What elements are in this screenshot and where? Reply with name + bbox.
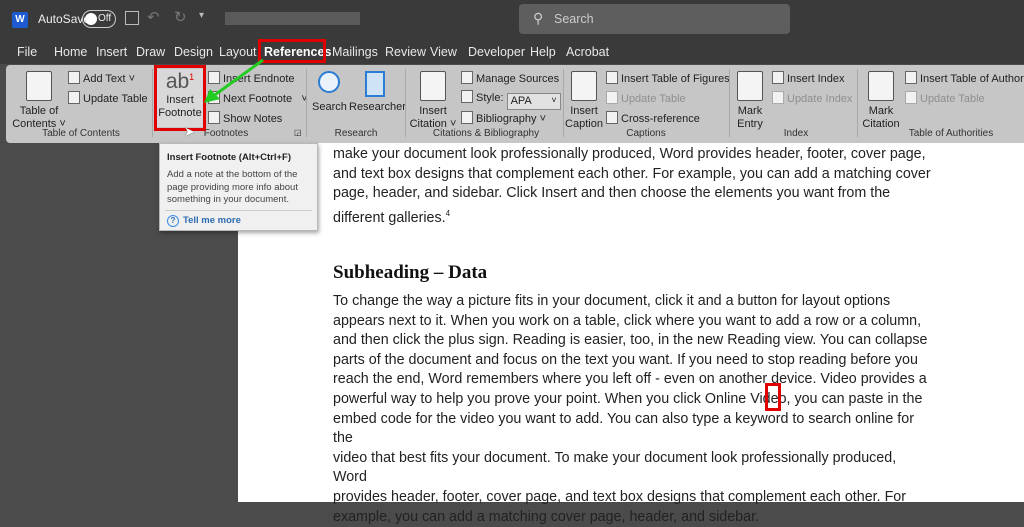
update-table-button[interactable]: Update Table [68, 91, 148, 105]
tab-draw[interactable]: Draw [136, 45, 165, 59]
search-box[interactable]: ⚲ Search [519, 4, 790, 34]
mark-entry-button[interactable]: Mark Entry [732, 71, 768, 131]
document-title-blurred [225, 12, 360, 25]
cross-reference-button[interactable]: Cross-reference [606, 111, 700, 125]
insert-table-of-authorities-button[interactable]: Insert Table of Authorities [905, 71, 1024, 85]
tooltip-title: Insert Footnote (Alt+Ctrl+F) [167, 152, 292, 163]
group-label-toc: Table of Contents [42, 128, 120, 139]
table-of-contents-icon [26, 71, 52, 101]
researcher-button[interactable]: Researcher [349, 71, 406, 114]
paragraph-1: make your document look professionally p… [333, 146, 931, 226]
search-button[interactable]: Search [312, 71, 347, 114]
autosave-toggle-label: Off [98, 13, 112, 24]
tab-acrobat[interactable]: Acrobat [566, 45, 609, 59]
tab-view[interactable]: View [430, 45, 457, 59]
autosave-toggle[interactable]: Off [82, 10, 116, 28]
mark-citation-icon [868, 71, 894, 101]
tab-help[interactable]: Help [530, 45, 556, 59]
tell-me-more-link[interactable]: ? Tell me more [167, 215, 241, 227]
bibliography-icon [461, 111, 473, 124]
style-icon [461, 90, 473, 103]
tab-home[interactable]: Home [54, 45, 87, 59]
search-placeholder: Search [554, 12, 594, 26]
cross-reference-icon [606, 111, 618, 124]
tooltip-body: Add a note at the bottom of the page pro… [167, 169, 298, 205]
tab-mailings[interactable]: Mailings [332, 45, 378, 59]
table-of-contents-button[interactable]: Table of Contents ˅ [10, 71, 68, 131]
group-label-index: Index [783, 128, 809, 139]
customize-toolbar-icon[interactable]: ▾ [199, 10, 204, 21]
insert-index-icon [772, 71, 784, 84]
group-label-captions: Captions [626, 128, 666, 139]
update-table-icon [68, 91, 80, 104]
menu-bar: File Home Insert Draw Design Layout Refe… [0, 38, 1024, 64]
tab-review[interactable]: Review [385, 45, 426, 59]
title-bar: W AutoSave Off ↶ ↻ ▾ ⚲ Search [0, 0, 1024, 38]
insert-citation-button[interactable]: Insert Citation ˅ [406, 71, 460, 131]
bibliography-button[interactable]: Bibliography ˅ [461, 111, 546, 125]
table-of-authorities-icon [905, 71, 917, 84]
insert-caption-button[interactable]: Insert Caption [564, 71, 604, 131]
insert-footnote-highlight [154, 65, 206, 131]
tab-insert[interactable]: Insert [96, 45, 127, 59]
style-dropdown[interactable]: APA ˅ [506, 93, 561, 110]
group-label-citations: Citations & Bibliography [432, 128, 540, 139]
tab-developer[interactable]: Developer [468, 45, 525, 59]
update-index-button[interactable]: Update Index [772, 91, 852, 105]
show-notes-button[interactable]: Show Notes [208, 111, 282, 125]
insert-table-of-figures-button[interactable]: Insert Table of Figures [606, 71, 730, 85]
update-index-icon [772, 91, 784, 104]
save-icon[interactable] [125, 11, 139, 25]
insert-index-button[interactable]: Insert Index [772, 71, 844, 85]
help-icon: ? [167, 215, 179, 227]
mark-entry-icon [737, 71, 763, 101]
style-selector: Style: APA ˅ [461, 90, 561, 110]
subheading: Subheading – Data [333, 262, 488, 283]
search-icon: ⚲ [533, 10, 544, 26]
update-table-figures-button[interactable]: Update Table [606, 91, 686, 105]
mark-citation-button[interactable]: Mark Citation [859, 71, 903, 131]
manage-sources-icon [461, 71, 473, 84]
undo-icon[interactable]: ↶ [147, 8, 160, 26]
table-of-figures-icon [606, 71, 618, 84]
redo-icon[interactable]: ↻ [174, 8, 187, 26]
researcher-icon [365, 71, 385, 97]
cursor-position-highlight [765, 383, 781, 411]
footnote-reference[interactable]: 4 [446, 209, 450, 218]
update-table-authorities-button[interactable]: Update Table [905, 91, 985, 105]
tab-file[interactable]: File [17, 45, 37, 59]
insert-citation-icon [420, 71, 446, 101]
group-label-research: Research [334, 128, 378, 139]
insert-caption-icon [571, 71, 597, 101]
footnotes-dialog-launcher-icon[interactable]: ◲ [294, 128, 302, 137]
paragraph-2: To change the way a picture fits in your… [333, 293, 928, 525]
add-text-button[interactable]: Add Text ˅ [68, 71, 135, 85]
document-page[interactable]: make your document look professionally p… [238, 143, 1024, 525]
insert-footnote-tooltip: Insert Footnote (Alt+Ctrl+F) Add a note … [159, 143, 318, 231]
word-logo-icon: W [12, 12, 28, 28]
search-research-icon [318, 71, 340, 93]
add-text-icon [68, 71, 80, 84]
mouse-cursor-icon: ➤ [184, 124, 195, 139]
green-arrow [204, 58, 264, 103]
group-label-toa: Table of Authorities [908, 128, 994, 139]
update-table-figures-icon [606, 91, 618, 104]
show-notes-icon [208, 111, 220, 124]
update-table-authorities-icon [905, 91, 917, 104]
manage-sources-button[interactable]: Manage Sources [461, 71, 559, 85]
